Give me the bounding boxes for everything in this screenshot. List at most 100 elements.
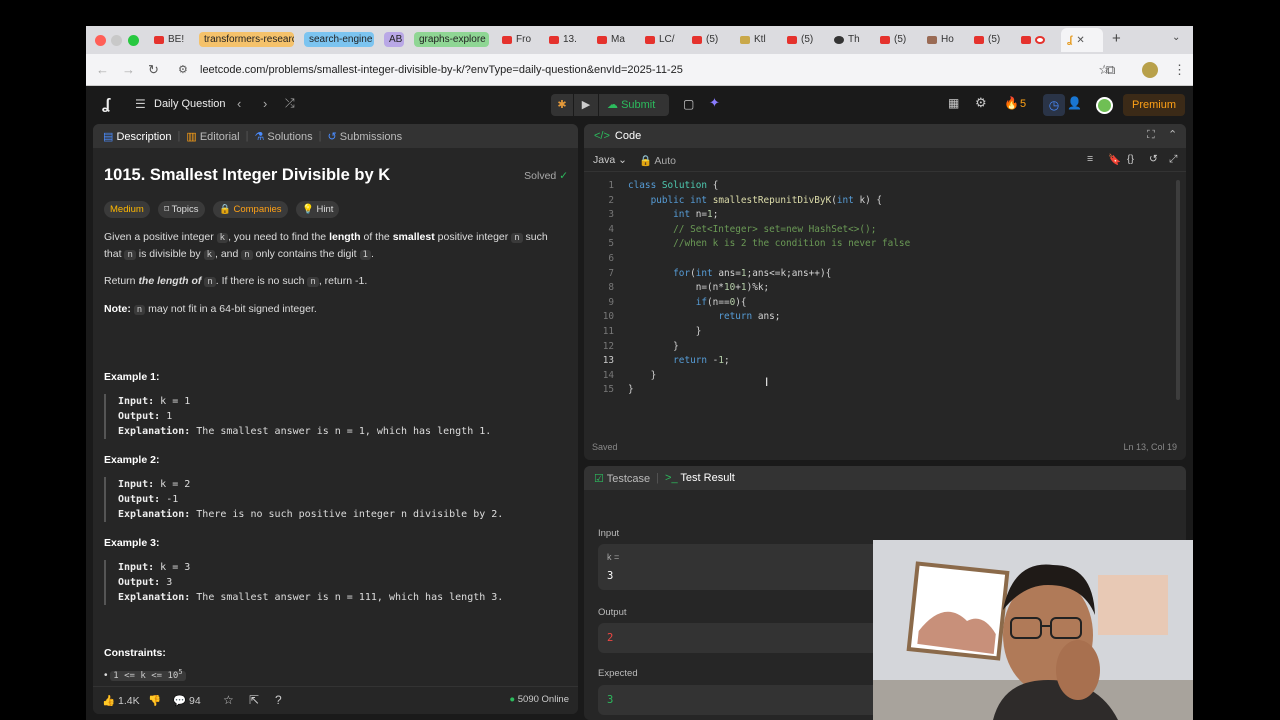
- code-panel-header: </> Code ⛶ ⌃: [584, 124, 1186, 148]
- braces-icon[interactable]: {}: [1127, 153, 1134, 165]
- url-field[interactable]: ⚙ leetcode.com/problems/smallest-integer…: [168, 59, 1110, 81]
- browser-tab[interactable]: (5): [974, 31, 1014, 48]
- maximize-icon[interactable]: ⛶: [1147, 129, 1155, 142]
- history-icon: ↺: [327, 130, 337, 143]
- problem-description: Given a positive integer k, you need to …: [104, 230, 564, 318]
- like-button[interactable]: 👍 1.4K: [102, 694, 140, 707]
- extensions-icon[interactable]: ⧉: [1106, 62, 1115, 78]
- browser-tab[interactable]: LC/: [645, 31, 685, 48]
- close-tab-icon[interactable]: ✕: [1076, 35, 1084, 46]
- line-number: 14: [602, 369, 614, 381]
- hint-tag[interactable]: 💡 Hint: [296, 201, 340, 218]
- user-avatar[interactable]: [1096, 97, 1113, 114]
- comments-button[interactable]: 💬 94: [173, 694, 201, 707]
- zoom-window-button[interactable]: [128, 35, 139, 46]
- kotlin-icon: [740, 35, 750, 44]
- tab-solutions[interactable]: ⚗ Solutions: [254, 130, 312, 143]
- tab-testcase[interactable]: ☑ Testcase: [594, 472, 650, 485]
- problem-tags: Medium ⌑ Topics 🔒 Companies 💡 Hint: [104, 199, 564, 218]
- output-label: Output: [598, 607, 627, 618]
- tab-label: (5): [706, 34, 719, 45]
- timer-icon[interactable]: ◷: [1043, 94, 1065, 116]
- submit-button[interactable]: ☁ Submit: [599, 94, 669, 116]
- problem-list-icon[interactable]: ☰: [135, 97, 146, 111]
- tab-description[interactable]: ▤ Description: [103, 130, 172, 143]
- browser-tab[interactable]: (5): [692, 31, 732, 48]
- fullscreen-icon[interactable]: ⤢: [1169, 153, 1177, 166]
- prev-problem-icon[interactable]: ‹: [237, 96, 241, 111]
- tab-label: Ho: [941, 34, 954, 45]
- new-tab-button[interactable]: +: [1112, 30, 1121, 47]
- tab-search-chevron-icon[interactable]: ⌄: [1172, 32, 1180, 43]
- editor-scrollbar[interactable]: [1176, 180, 1180, 400]
- close-window-button[interactable]: [95, 35, 106, 46]
- tab-editorial[interactable]: ▥ Editorial: [186, 130, 239, 143]
- code-line-9: if(n==0){: [695, 296, 747, 308]
- help-icon[interactable]: ?: [275, 693, 282, 707]
- url-text: leetcode.com/problems/smallest-integer-d…: [200, 64, 683, 76]
- notes-icon[interactable]: ▢: [683, 97, 694, 111]
- next-problem-icon[interactable]: ›: [263, 96, 267, 111]
- tab-submissions[interactable]: ↺ Submissions: [328, 130, 403, 143]
- tab-group-pill[interactable]: search-engine: [304, 32, 374, 47]
- saved-status: Saved: [592, 442, 618, 452]
- tab-group-pill[interactable]: graphs-explore: [414, 32, 489, 47]
- browser-tab[interactable]: Ma: [597, 31, 637, 48]
- youtube-icon: [154, 35, 164, 44]
- collaborate-icon[interactable]: 👤: [1067, 96, 1082, 110]
- layout-icon[interactable]: ▦: [948, 96, 959, 110]
- browser-tab[interactable]: [1021, 31, 1045, 48]
- debug-button[interactable]: ✱: [551, 94, 573, 116]
- browser-tab[interactable]: (5): [880, 31, 920, 48]
- code-line-2: public int smallestRepunitDivByK(int k) …: [650, 194, 883, 206]
- constraints-title: Constraints:: [104, 647, 166, 659]
- dislike-button[interactable]: 👎: [148, 694, 161, 707]
- menu-dots-icon[interactable]: ⋮: [1173, 62, 1186, 78]
- browser-tab[interactable]: Ktl: [740, 31, 780, 48]
- language-select[interactable]: Java ⌄: [593, 154, 627, 166]
- streak-fire-icon[interactable]: 🔥: [1004, 96, 1019, 110]
- shuffle-icon[interactable]: ⤮: [285, 96, 295, 111]
- ai-assistant-icon[interactable]: ✦: [709, 95, 720, 111]
- record-icon: [1035, 35, 1045, 44]
- forward-icon[interactable]: →: [122, 62, 135, 77]
- settings-gear-icon[interactable]: ⚙: [975, 95, 987, 111]
- browser-tab[interactable]: BE!: [154, 31, 190, 48]
- reload-icon[interactable]: ↻: [148, 62, 159, 78]
- site-info-icon[interactable]: ⚙: [178, 59, 188, 81]
- share-icon[interactable]: ⇱: [249, 693, 259, 707]
- online-label: 5090 Online: [517, 694, 569, 705]
- example-block: Input: k = 2 Output: -1 Explanation: The…: [104, 477, 564, 522]
- description-panel: ▤ Description | ▥ Editorial | ⚗ Solution…: [93, 124, 578, 714]
- auto-label: Auto: [654, 155, 677, 167]
- collapse-icon[interactable]: ⌃: [1168, 128, 1177, 141]
- tab-group-pill[interactable]: transformers-researc: [199, 32, 294, 47]
- bookmark-icon[interactable]: 🔖: [1108, 153, 1121, 166]
- topics-tag[interactable]: ⌑ Topics: [158, 201, 205, 218]
- auto-complete-toggle[interactable]: 🔒 Auto: [639, 154, 676, 167]
- favorite-star-icon[interactable]: ☆: [223, 693, 234, 707]
- companies-tag[interactable]: 🔒 Companies: [213, 201, 288, 218]
- run-button[interactable]: ▶: [574, 94, 598, 116]
- leetcode-logo[interactable]: ʆ: [102, 96, 110, 113]
- thumbs-down-icon: 👎: [148, 695, 162, 707]
- profile-avatar[interactable]: [1142, 62, 1158, 78]
- example-title: Example 2:: [104, 454, 160, 466]
- tab-test-result[interactable]: >_ Test Result: [665, 472, 735, 484]
- line-number: 7: [608, 267, 614, 279]
- browser-tab[interactable]: Th: [834, 31, 874, 48]
- format-icon[interactable]: ≡: [1087, 153, 1093, 165]
- back-icon[interactable]: ←: [96, 62, 109, 77]
- browser-tab[interactable]: 13.: [549, 31, 589, 48]
- browser-tab[interactable]: (5): [787, 31, 827, 48]
- reset-icon[interactable]: ↺: [1149, 153, 1158, 165]
- description-footer: 👍 1.4K 👎 💬 94 ☆ ⇱ ? ● 5090 Online: [93, 686, 578, 714]
- browser-tab[interactable]: Ho: [927, 31, 967, 48]
- daily-question-link[interactable]: Daily Question: [154, 98, 226, 110]
- minimize-window-button[interactable]: [111, 35, 122, 46]
- browser-tab[interactable]: Fro: [502, 31, 542, 48]
- premium-button[interactable]: Premium: [1123, 94, 1185, 116]
- tab-group-pill[interactable]: AB: [384, 32, 404, 47]
- code-editor[interactable]: 1 2 3 4 5 6 7 8 9 10 11 12 13 14 15 class Solution { p…: [584, 180, 1176, 430]
- active-browser-tab[interactable]: ʆ ✕: [1061, 28, 1103, 52]
